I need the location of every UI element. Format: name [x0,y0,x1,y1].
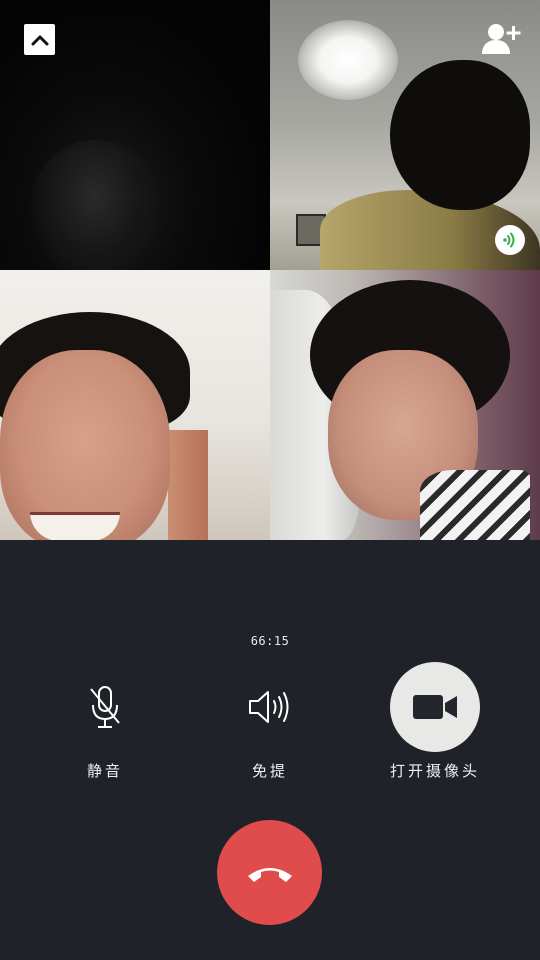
call-duration: 66:15 [250,634,290,648]
mute-icon-wrap [60,662,150,752]
mute-button[interactable]: 静音 [35,662,175,792]
hangup-button[interactable] [217,820,322,925]
participant-video-grid [0,0,540,540]
microphone-off-icon [90,686,120,728]
speaker-icon [249,691,289,723]
speaking-indicator [495,225,525,255]
group-video-call-screen: 66:15 静音 免提 打开摄像头 [0,0,540,960]
video-person-smile [30,512,120,540]
chevron-up-icon [31,35,48,45]
speaker-button[interactable]: 免提 [200,662,340,792]
minimize-button[interactable] [24,24,55,55]
video-person-shirt [420,470,530,540]
add-member-button[interactable] [481,22,523,56]
audio-wave-icon [503,232,515,248]
participant-tile-4[interactable] [270,270,540,540]
speaker-label: 免提 [251,762,288,780]
camera-icon-wrap [390,662,480,752]
mute-label: 静音 [86,762,123,780]
speaker-icon-wrap [225,662,315,752]
participant-video-dark [30,140,160,270]
video-ceiling-lamp [298,20,398,100]
phone-hangup-icon [247,867,292,882]
video-camera-icon [413,695,457,719]
video-person-head [390,60,530,210]
camera-toggle-button[interactable]: 打开摄像头 [365,662,505,792]
camera-label: 打开摄像头 [389,762,480,780]
participant-tile-3[interactable] [0,270,270,540]
add-user-icon [482,24,521,54]
video-door [168,430,208,540]
